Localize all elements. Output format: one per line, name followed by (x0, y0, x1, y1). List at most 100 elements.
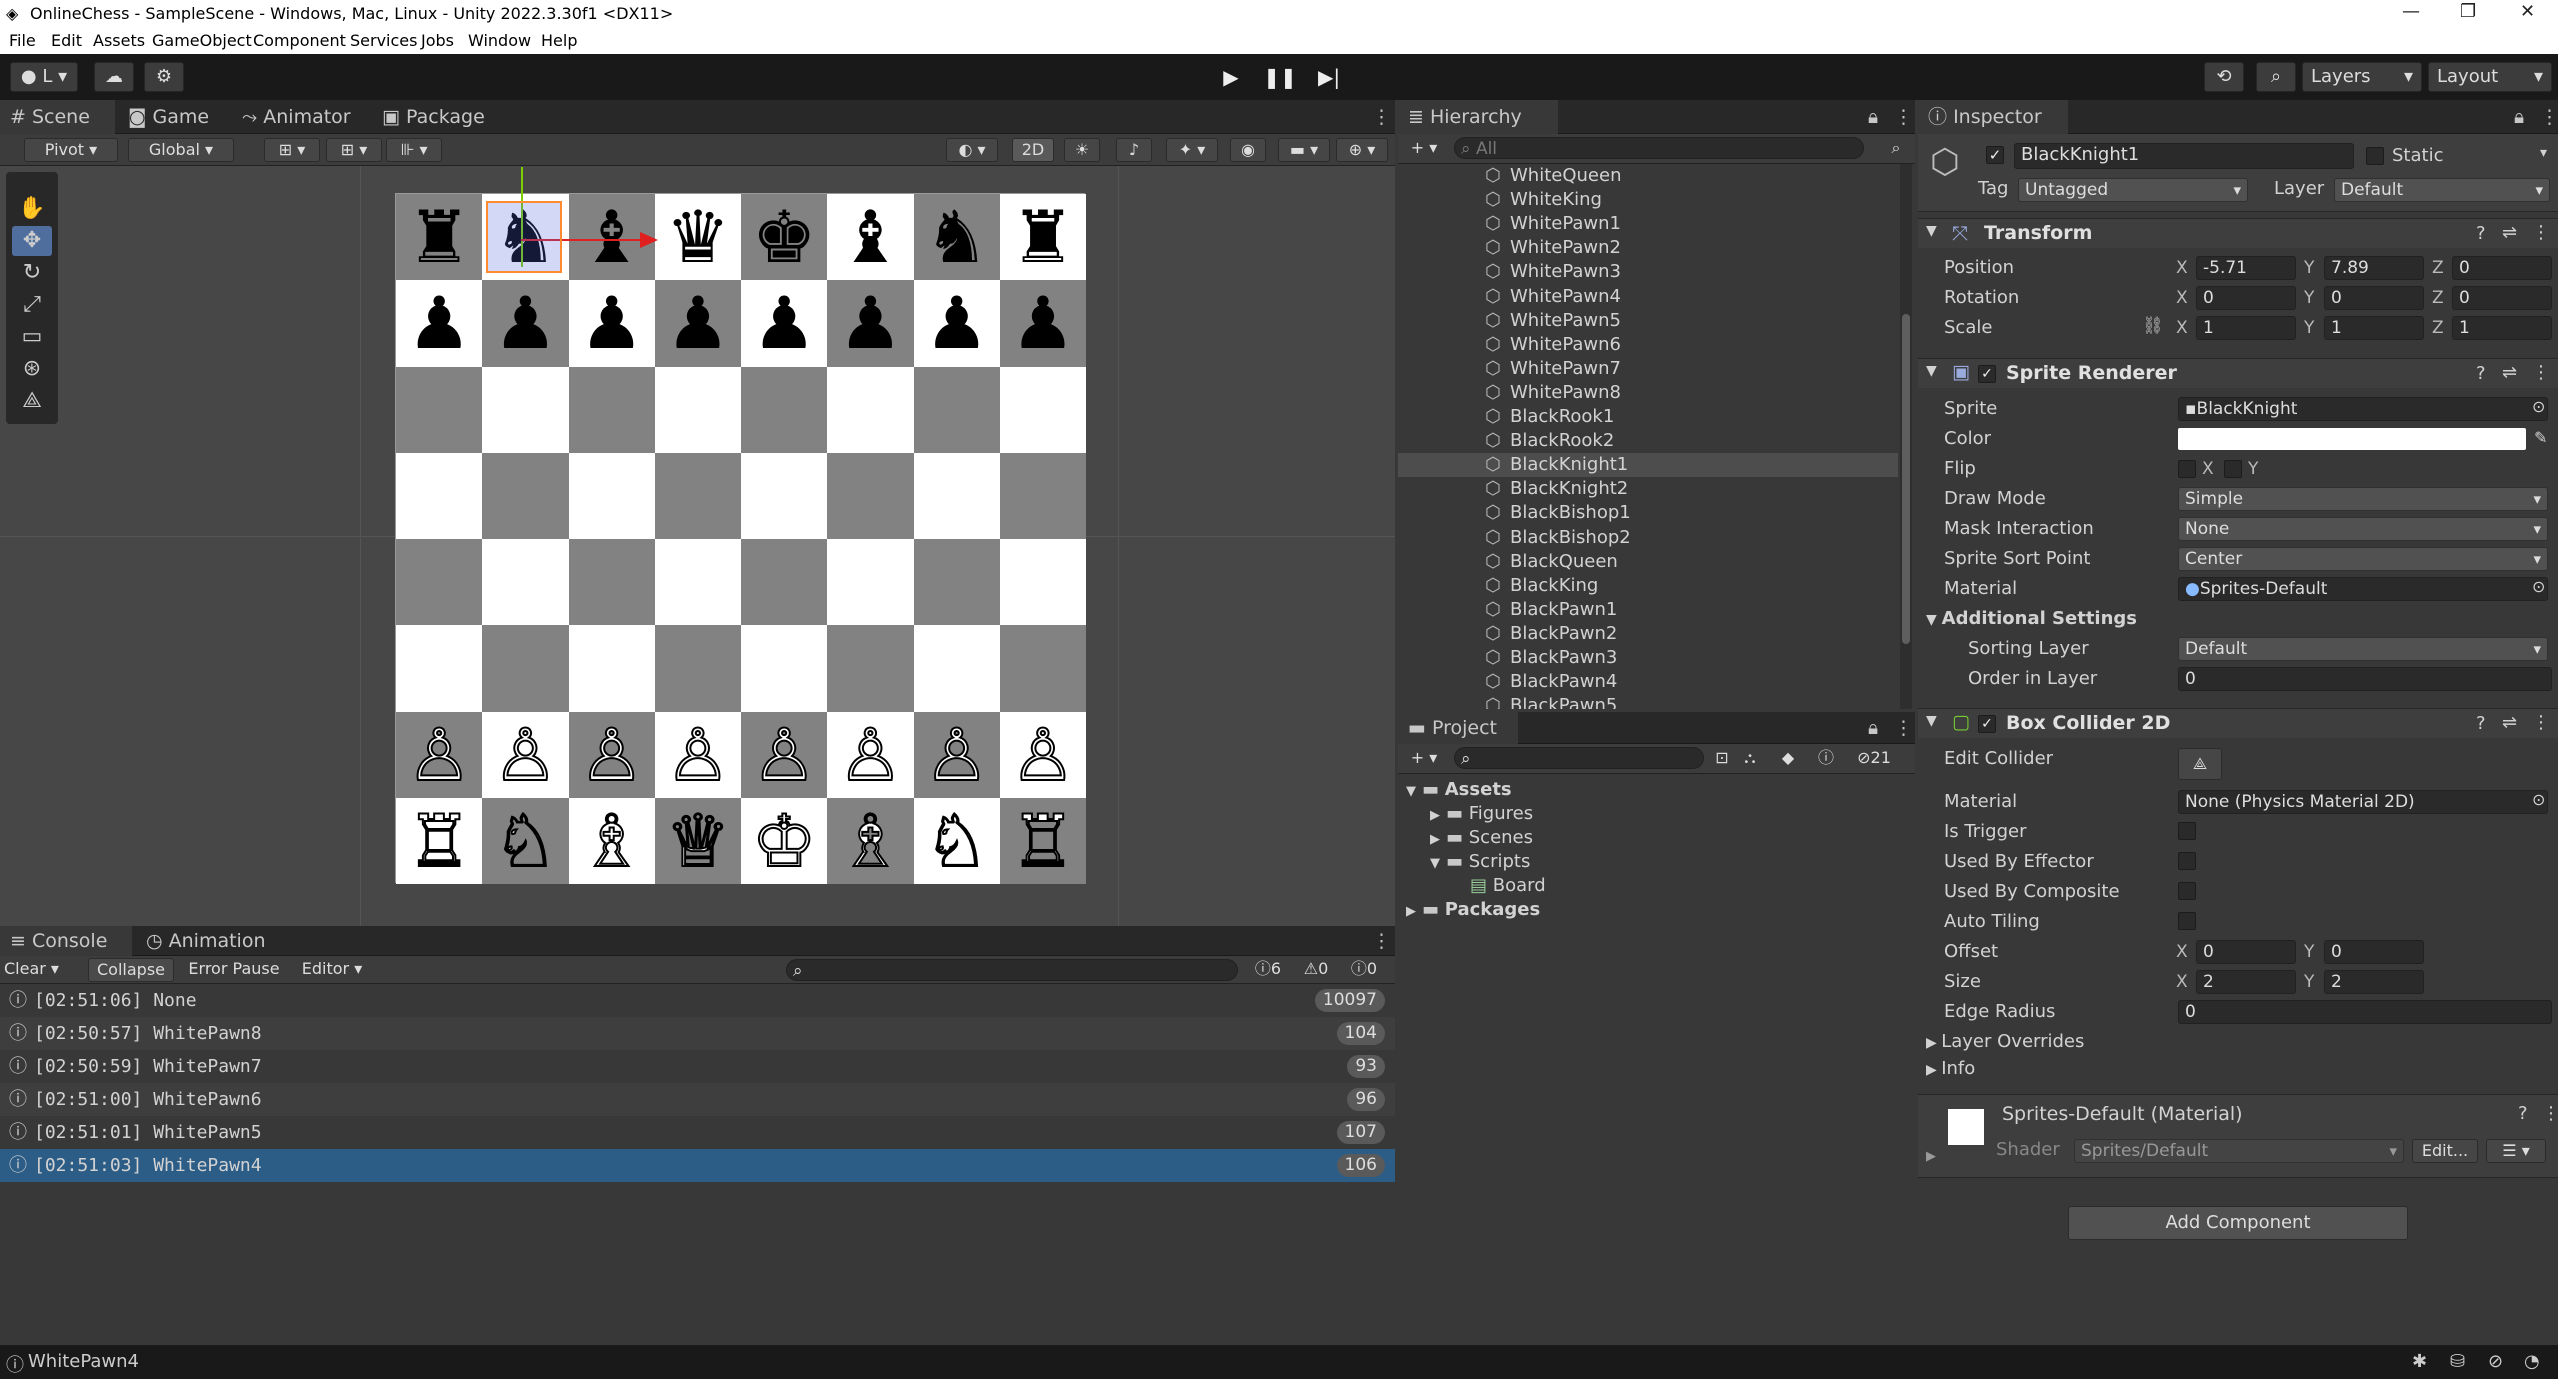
board-square[interactable]: ♕ (654, 797, 741, 884)
chess-piece[interactable]: ♞ (924, 201, 989, 273)
menu-component[interactable]: Component (253, 31, 346, 50)
chess-piece[interactable]: ♙ (665, 718, 732, 792)
rotation-x-field[interactable]: 0 (2196, 286, 2296, 310)
active-checkbox[interactable]: ✓ (1986, 146, 2004, 164)
clear-button[interactable]: Clear ▾ (4, 958, 80, 982)
scene-view[interactable]: ♜ ♞ ♝ ♛ ♚ ♝ ♞ ♜ ♟ ♟ ♟ ♟ ♟ ♟ ♟ ♟ ♙ ♙ ♙ ♙ ♙ ♙ ♙ ♙ ♖ ♘ ♗ ♕ ♔ ♗ ♘ ♖ (0, 166, 1395, 926)
visibility-button[interactable]: ◉ (1230, 138, 1266, 162)
hierarchy-item[interactable]: ⬡ WhitePawn2 (1485, 236, 1621, 260)
chess-piece[interactable]: ♟ (666, 287, 731, 359)
hierarchy-item[interactable]: ⬡ BlackQueen (1485, 550, 1618, 574)
board-square[interactable] (482, 539, 569, 626)
minimize-icon[interactable]: — (2402, 1, 2420, 22)
offset-x-field[interactable]: 0 (2196, 940, 2296, 964)
board-square[interactable]: ♙ (999, 711, 1086, 798)
info-filter-toggle[interactable]: ⓘ6 (1246, 958, 1290, 982)
chess-piece[interactable]: ♟ (924, 287, 989, 359)
board-square[interactable]: ♙ (654, 711, 741, 798)
layer-overrides-foldout[interactable]: ▶ Layer Overrides (1926, 1029, 2084, 1055)
tab-animator[interactable]: ⤳ Animator (232, 100, 367, 134)
board-square[interactable] (913, 625, 1000, 712)
auto-tiling-checkbox[interactable] (2178, 912, 2196, 930)
help-icon[interactable]: ? (2476, 363, 2486, 384)
layer-dropdown[interactable]: Default (2334, 178, 2550, 202)
board-square[interactable] (568, 452, 655, 539)
sprite-field[interactable]: ▪BlackKnight (2178, 397, 2548, 421)
chess-piece[interactable]: ♗ (578, 804, 645, 878)
board-square[interactable] (482, 452, 569, 539)
create-asset-button[interactable]: + ▾ (1404, 747, 1444, 771)
preset-icon[interactable]: ⇌ (2502, 362, 2517, 383)
hierarchy-item[interactable]: ⬡ BlackPawn4 (1485, 670, 1617, 694)
console-entry[interactable]: ⓘ [02:51:01] WhitePawn5 107 (0, 1116, 1395, 1149)
lighting-button[interactable]: ☀ (1064, 138, 1100, 162)
info-foldout[interactable]: ▶ Info (1926, 1056, 1975, 1082)
board-square[interactable] (482, 625, 569, 712)
draw-mode-button[interactable]: ◐ ▾ (946, 138, 998, 162)
chess-piece[interactable]: ♙ (923, 718, 990, 792)
chess-piece[interactable]: ♛ (666, 201, 731, 273)
board-square[interactable]: ♜ (396, 194, 483, 281)
board-square[interactable] (827, 625, 914, 712)
hierarchy-item[interactable]: ⬡ WhitePawn4 (1485, 285, 1621, 309)
object-picker-icon[interactable]: ⊙ (2532, 790, 2545, 809)
search-options-icon[interactable]: ⌕ (1884, 137, 1908, 161)
hierarchy-item[interactable]: ⬡ BlackKing (1485, 574, 1598, 598)
board-square[interactable]: ♟ (913, 280, 1000, 367)
board-square[interactable]: ♙ (741, 711, 828, 798)
board-square[interactable]: ♟ (827, 280, 914, 367)
tab-scene[interactable]: # Scene (0, 100, 115, 134)
global-dropdown[interactable]: Global ▾ (128, 138, 234, 162)
board-square[interactable] (913, 366, 1000, 453)
status-message[interactable]: WhitePawn4 (28, 1351, 139, 1372)
board-square[interactable]: ♙ (913, 711, 1000, 798)
board-square[interactable] (827, 366, 914, 453)
hierarchy-item[interactable]: ⬡ BlackBishop2 (1485, 526, 1631, 550)
tag-dropdown[interactable]: Untagged (2018, 178, 2248, 202)
editor-dropdown[interactable]: Editor ▾ (294, 958, 370, 982)
foldout-icon[interactable]: ▶ (1406, 900, 1422, 924)
board-square[interactable]: ♟ (999, 280, 1086, 367)
hierarchy-item[interactable]: ⬡ WhitePawn8 (1485, 381, 1621, 405)
chess-piece[interactable]: ♟ (407, 287, 472, 359)
project-folder[interactable]: ▼ ▬ Assets (1406, 778, 1512, 802)
board-square[interactable]: ♖ (396, 797, 483, 884)
board-square[interactable] (913, 539, 1000, 626)
board-square[interactable] (827, 452, 914, 539)
more-menu-icon[interactable]: ⋮ (1884, 100, 1913, 134)
tab-hierarchy[interactable]: ≣ Hierarchy (1398, 100, 1558, 134)
sprite-renderer-enabled-checkbox[interactable]: ✓ (1978, 365, 1996, 383)
offset-y-field[interactable]: 0 (2324, 940, 2424, 964)
menu-jobs[interactable]: Jobs (421, 31, 454, 50)
hierarchy-item[interactable]: ⬡ WhiteQueen (1485, 164, 1621, 188)
board-square[interactable] (654, 452, 741, 539)
used-by-composite-checkbox[interactable] (2178, 882, 2196, 900)
static-checkbox[interactable] (2366, 147, 2384, 165)
graphics-icon[interactable]: ⊘ (2488, 1351, 2503, 1372)
physics-material-field[interactable]: None (Physics Material 2D) (2178, 790, 2548, 814)
hierarchy-item[interactable]: ⬡ BlackPawn1 (1485, 598, 1617, 622)
board-square[interactable] (568, 539, 655, 626)
board-square[interactable]: ♙ (827, 711, 914, 798)
scale-z-field[interactable]: 1 (2452, 316, 2552, 340)
layout-dropdown[interactable]: Layout ▾ (2428, 62, 2552, 92)
board-square[interactable]: ♟ (396, 280, 483, 367)
board-square[interactable]: ♔ (741, 797, 828, 884)
used-by-effector-checkbox[interactable] (2178, 852, 2196, 870)
object-picker-icon[interactable]: ⊙ (2532, 577, 2545, 596)
board-square[interactable] (741, 539, 828, 626)
board-square[interactable] (741, 625, 828, 712)
tab-package-manager[interactable]: ▣ Package Manager (372, 100, 582, 162)
board-square[interactable] (741, 452, 828, 539)
chess-piece[interactable]: ♚ (752, 201, 817, 273)
increment-snap-button[interactable]: ⊪ ▾ (386, 138, 442, 162)
lock-icon[interactable]: 🔒︎ (1858, 100, 1882, 134)
edge-radius-field[interactable]: 0 (2178, 1000, 2552, 1024)
board-square[interactable] (396, 452, 483, 539)
console-search-input[interactable]: ⌕ (786, 959, 1238, 981)
error-pause-button[interactable]: Error Pause (180, 958, 288, 982)
board-square[interactable]: ♝ (827, 194, 914, 281)
custom-tool-icon[interactable]: ⟁ (12, 386, 52, 416)
rotation-z-field[interactable]: 0 (2452, 286, 2552, 310)
board-square[interactable]: ♟ (654, 280, 741, 367)
